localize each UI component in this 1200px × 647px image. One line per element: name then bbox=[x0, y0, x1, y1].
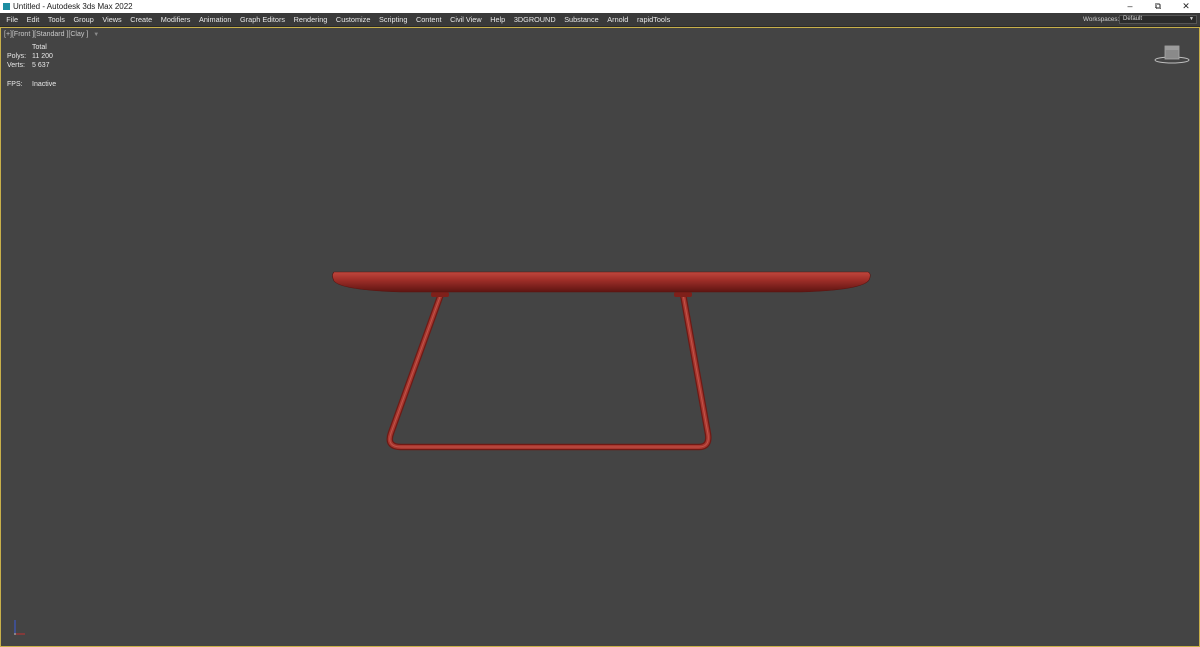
menu-rendering[interactable]: Rendering bbox=[289, 13, 331, 26]
menu-arnold[interactable]: Arnold bbox=[603, 13, 633, 26]
menu-tools[interactable]: Tools bbox=[44, 13, 70, 26]
menu-help[interactable]: Help bbox=[486, 13, 510, 26]
menu-animation[interactable]: Animation bbox=[195, 13, 236, 26]
title-bar: Untitled - Autodesk 3ds Max 2022 – ⧉ ✕ bbox=[0, 0, 1200, 13]
menu-scripting[interactable]: Scripting bbox=[375, 13, 412, 26]
axis-tripod-icon bbox=[14, 620, 25, 635]
menu-modifiers[interactable]: Modifiers bbox=[156, 13, 194, 26]
workspaces-value: Default bbox=[1123, 16, 1143, 22]
menu-3dground[interactable]: 3DGROUND bbox=[510, 13, 560, 26]
menu-group[interactable]: Group bbox=[69, 13, 98, 26]
minimize-button[interactable]: – bbox=[1116, 0, 1144, 13]
menu-items: File Edit Tools Group Views Create Modif… bbox=[2, 13, 675, 26]
menu-content[interactable]: Content bbox=[412, 13, 446, 26]
3dsmax-app-icon bbox=[3, 3, 10, 10]
table-frame bbox=[386, 290, 712, 451]
menu-customize[interactable]: Customize bbox=[332, 13, 375, 26]
menu-views[interactable]: Views bbox=[98, 13, 126, 26]
menu-file[interactable]: File bbox=[2, 13, 22, 26]
workspaces-dropdown[interactable]: Default ▼ bbox=[1119, 15, 1197, 24]
menu-bar: File Edit Tools Group Views Create Modif… bbox=[0, 13, 1200, 27]
scene-model-table[interactable] bbox=[1, 28, 1199, 646]
menu-edit[interactable]: Edit bbox=[22, 13, 43, 26]
chevron-down-icon: ▼ bbox=[1189, 16, 1194, 22]
window-title: Untitled - Autodesk 3ds Max 2022 bbox=[13, 2, 133, 11]
workspaces-label: Workspaces: bbox=[1083, 16, 1120, 23]
menu-substance[interactable]: Substance bbox=[560, 13, 603, 26]
app-window: Untitled - Autodesk 3ds Max 2022 – ⧉ ✕ F… bbox=[0, 0, 1200, 647]
restore-button[interactable]: ⧉ bbox=[1144, 0, 1172, 13]
menu-civil-view[interactable]: Civil View bbox=[446, 13, 486, 26]
table-top bbox=[332, 271, 871, 293]
close-button[interactable]: ✕ bbox=[1172, 0, 1200, 13]
menu-graph-editors[interactable]: Graph Editors bbox=[236, 13, 290, 26]
menu-create[interactable]: Create bbox=[126, 13, 157, 26]
menu-rapidtools[interactable]: rapidTools bbox=[633, 13, 675, 26]
front-viewport[interactable]: [+][Front ][Standard ][Clay ] ▼ Total Po… bbox=[0, 27, 1200, 647]
